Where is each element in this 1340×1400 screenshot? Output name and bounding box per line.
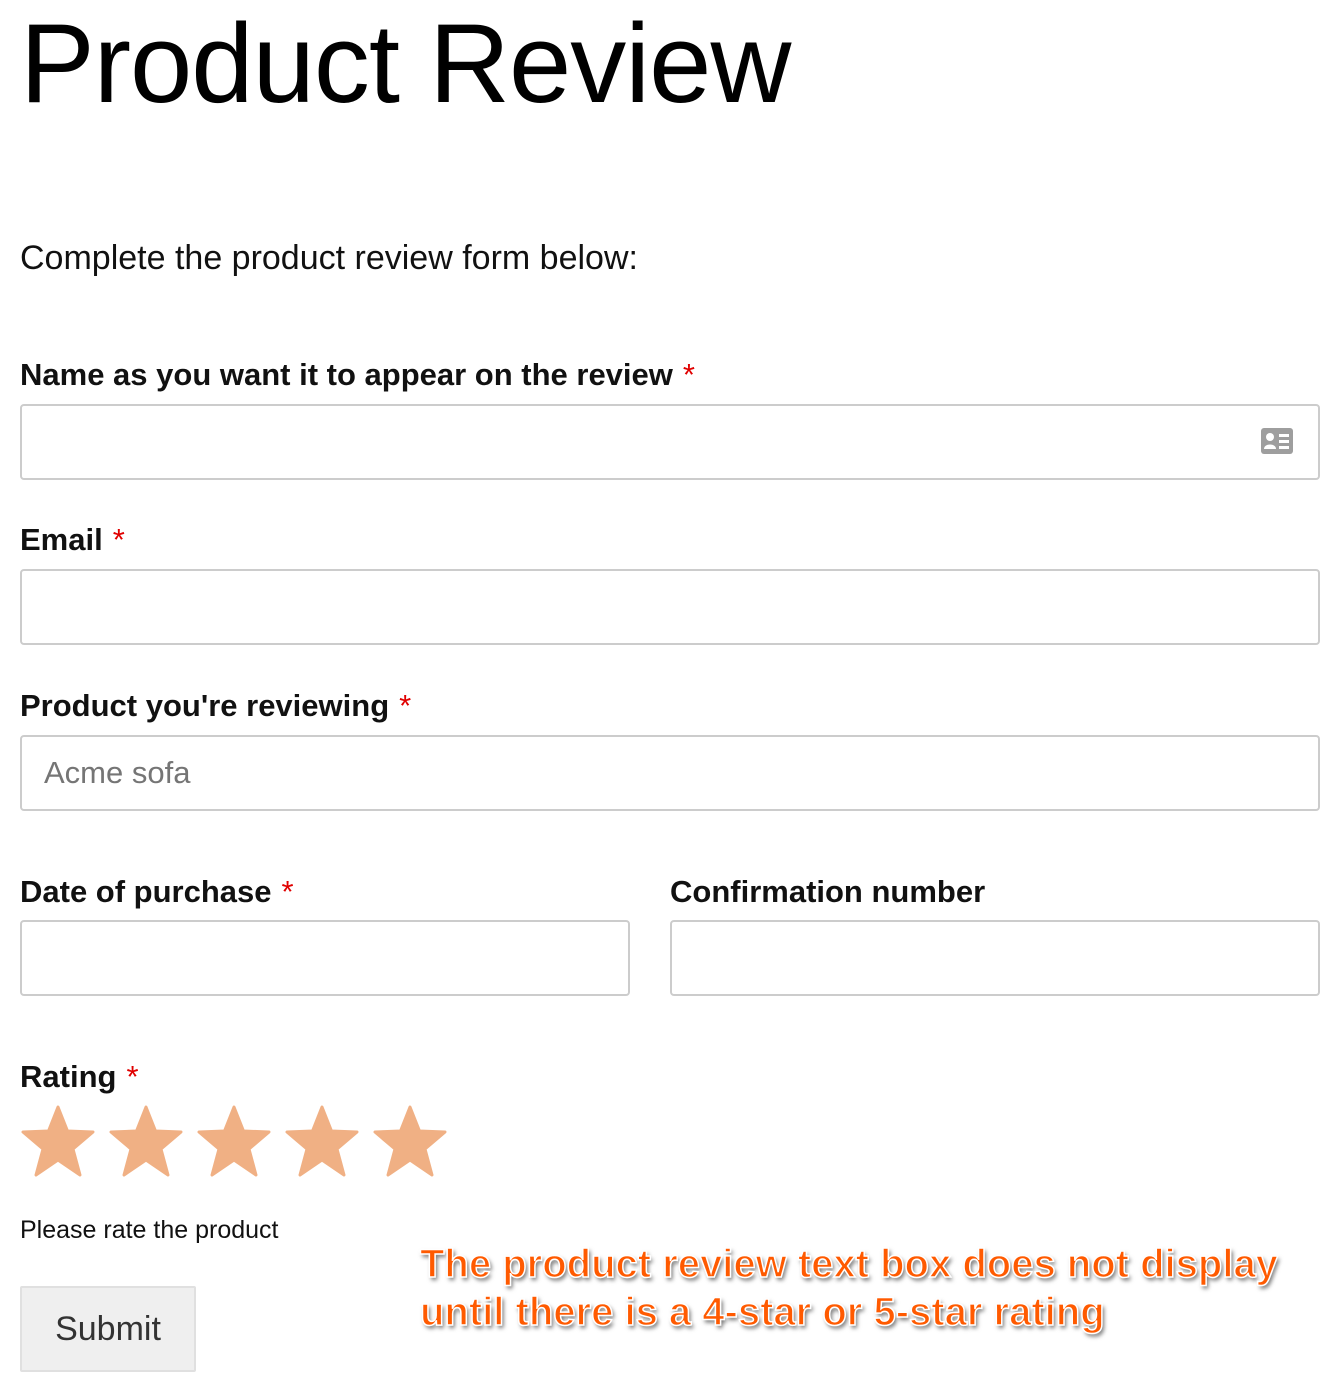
star-1-icon[interactable] [20, 1105, 96, 1177]
email-label-text: Email [20, 522, 103, 557]
product-field-label: Product you're reviewing * [20, 689, 411, 723]
name-input[interactable] [20, 404, 1320, 480]
date-of-purchase-input[interactable] [20, 920, 630, 996]
star-3-icon[interactable] [196, 1105, 272, 1177]
date-label-text: Date of purchase [20, 874, 272, 909]
star-5-icon[interactable] [372, 1105, 448, 1177]
star-2-icon[interactable] [108, 1105, 184, 1177]
name-field-label: Name as you want it to appear on the rev… [20, 358, 695, 392]
email-field-label: Email * [20, 523, 125, 557]
date-field-label: Date of purchase * [20, 875, 294, 909]
page-title: Product Review [20, 1, 791, 126]
form-intro: Complete the product review form below: [20, 239, 638, 277]
required-marker: * [281, 874, 294, 909]
product-label-text: Product you're reviewing [20, 688, 390, 723]
required-marker: * [112, 522, 125, 557]
rating-label-text: Rating [20, 1059, 117, 1094]
submit-button[interactable]: Submit [20, 1286, 196, 1372]
required-marker: * [399, 688, 412, 723]
name-label-text: Name as you want it to appear on the rev… [20, 357, 673, 392]
rating-label: Rating * [20, 1060, 139, 1094]
required-marker: * [682, 357, 695, 392]
contact-card-icon[interactable] [1261, 428, 1293, 454]
confirmation-number-input[interactable] [670, 920, 1320, 996]
product-input[interactable] [20, 735, 1320, 811]
confirmation-label-text: Confirmation number [670, 874, 986, 909]
star-4-icon[interactable] [284, 1105, 360, 1177]
star-rating [20, 1105, 460, 1177]
confirmation-field-label: Confirmation number [670, 875, 985, 909]
rating-help-text: Please rate the product [20, 1216, 279, 1244]
required-marker: * [126, 1059, 139, 1094]
annotation-note: The product review text box does not dis… [419, 1241, 1278, 1335]
email-input[interactable] [20, 569, 1320, 645]
